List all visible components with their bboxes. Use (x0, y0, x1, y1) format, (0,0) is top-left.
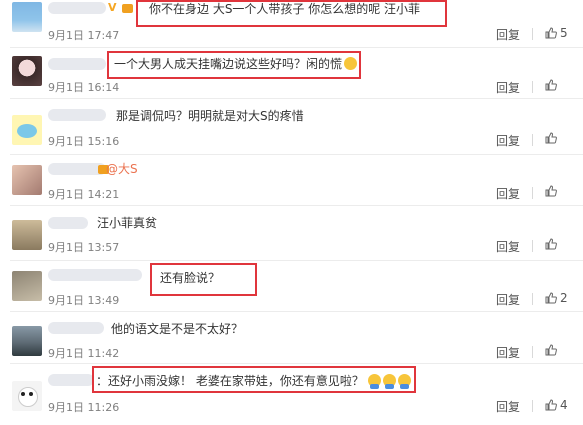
thumbs-up-icon (545, 27, 557, 39)
avatar[interactable] (12, 326, 42, 356)
reply-button[interactable]: 回复 (496, 185, 520, 202)
like-button[interactable] (545, 344, 557, 356)
timestamp: 9月1日 13:49 (48, 294, 120, 307)
avatar[interactable] (12, 220, 42, 250)
avatar[interactable] (12, 2, 42, 32)
like-button[interactable]: 4 (545, 398, 568, 412)
like-button[interactable] (545, 132, 557, 144)
divider (532, 400, 533, 412)
timestamp: 9月1日 11:42 (48, 347, 120, 360)
comment-row: 汪小菲真贫 9月1日 13:57 回复 (0, 206, 583, 260)
username[interactable] (48, 322, 104, 334)
reply-button[interactable]: 回复 (496, 238, 520, 255)
thumbs-up-icon (545, 399, 557, 411)
divider (532, 240, 533, 252)
thumbs-up-icon (545, 185, 557, 197)
like-button[interactable] (545, 79, 557, 91)
vip-badge-icon: V (108, 1, 117, 14)
reply-button[interactable]: 回复 (496, 79, 520, 96)
reply-button[interactable]: 回复 (496, 132, 520, 149)
timestamp: 9月1日 17:47 (48, 29, 120, 42)
like-count: 4 (560, 398, 568, 412)
divider (532, 346, 533, 358)
divider (532, 187, 533, 199)
username[interactable] (48, 374, 94, 386)
avatar[interactable] (12, 381, 42, 411)
reply-button[interactable]: 回复 (496, 26, 520, 43)
divider (532, 28, 533, 40)
username[interactable] (48, 2, 106, 14)
comment-row: 他的语文是不是不太好？ 9月1日 11:42 回复 (0, 312, 583, 363)
thumbs-up-icon (545, 292, 557, 304)
timestamp: 9月1日 16:14 (48, 81, 120, 94)
highlight-box (150, 263, 257, 296)
thumbs-up-icon (545, 238, 557, 250)
avatar[interactable] (12, 56, 42, 86)
highlight-box (107, 51, 361, 79)
like-button[interactable]: 2 (545, 291, 568, 305)
timestamp: 9月1日 15:16 (48, 135, 120, 148)
username[interactable] (48, 58, 106, 70)
timestamp: 9月1日 13:57 (48, 241, 120, 254)
username[interactable] (48, 217, 88, 229)
thumbs-up-icon (545, 344, 557, 356)
divider (532, 293, 533, 305)
like-button[interactable] (545, 185, 557, 197)
comment-text: 汪小菲真贫 (97, 216, 158, 230)
avatar[interactable] (12, 271, 42, 301)
divider (532, 81, 533, 93)
highlight-box (92, 366, 416, 393)
reply-button[interactable]: 回复 (496, 344, 520, 361)
timestamp: 9月1日 14:21 (48, 188, 120, 201)
comment-text: 那是调侃吗？明明就是对大S的疼惜 (116, 109, 304, 123)
like-count: 2 (560, 291, 568, 305)
highlight-box (136, 0, 447, 27)
like-count: 5 (560, 26, 568, 40)
comment-row: @大S 9月1日 14:21 回复 (0, 155, 583, 205)
like-button[interactable]: 5 (545, 26, 568, 40)
avatar[interactable] (12, 165, 42, 195)
thumbs-up-icon (545, 132, 557, 144)
crown-icon (122, 4, 133, 13)
username[interactable] (48, 269, 142, 281)
timestamp: 9月1日 11:26 (48, 401, 120, 414)
reply-button[interactable]: 回复 (496, 398, 520, 415)
username[interactable] (48, 109, 106, 121)
divider (532, 134, 533, 146)
reply-button[interactable]: 回复 (496, 291, 520, 308)
comment-row: 还有脸说？ 9月1日 13:49 回复 2 (0, 261, 583, 311)
comment-row: 那是调侃吗？明明就是对大S的疼惜 9月1日 15:16 回复 (0, 99, 583, 154)
thumbs-up-icon (545, 79, 557, 91)
comment-text: @大S (106, 162, 138, 176)
comment-text: 他的语文是不是不太好？ (111, 322, 244, 336)
avatar[interactable] (12, 115, 42, 145)
like-button[interactable] (545, 238, 557, 250)
